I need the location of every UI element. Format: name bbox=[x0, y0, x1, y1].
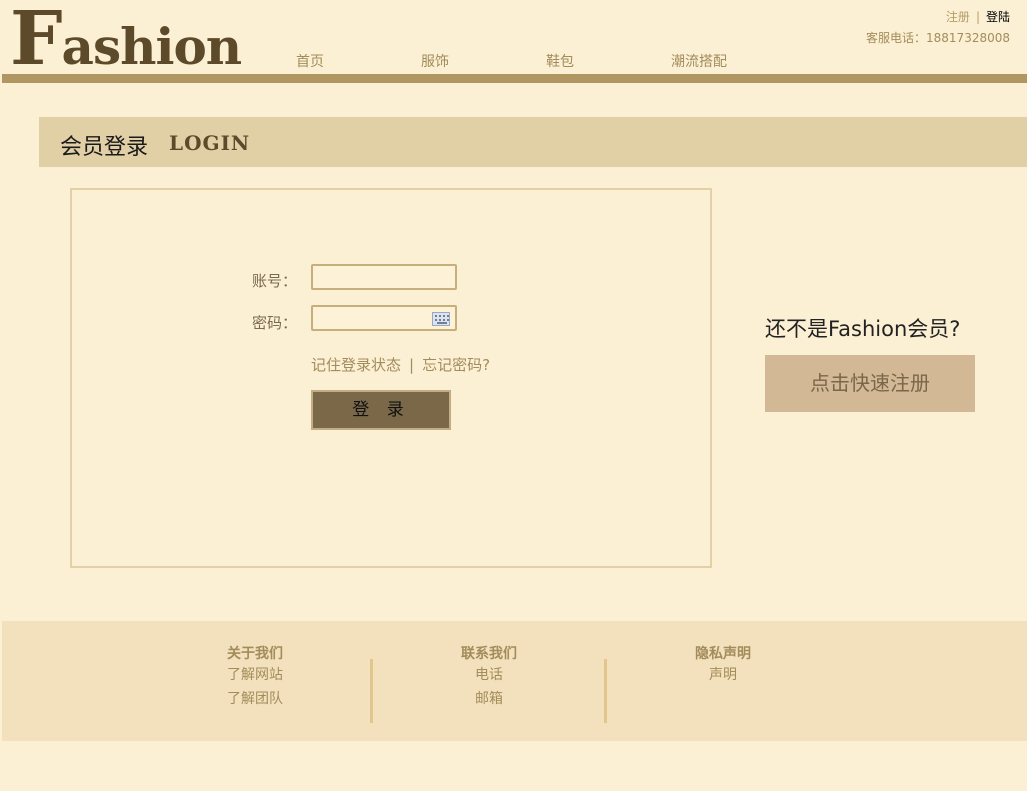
footer-link-email[interactable]: 邮箱 bbox=[414, 687, 564, 711]
footer-heading-contact: 联系我们 bbox=[461, 646, 517, 662]
login-options: 记住登录状态 | 忘记密码? bbox=[311, 354, 490, 375]
login-page: Fashion 首页 服饰 鞋包 潮流搭配 注册 | 登陆 客服电话：1881732… bbox=[0, 0, 1027, 791]
login-link[interactable]: 登陆 bbox=[986, 10, 1010, 24]
main-nav: 首页 服饰 鞋包 潮流搭配 bbox=[0, 51, 1027, 73]
account-input[interactable] bbox=[311, 264, 457, 290]
quick-register-button[interactable]: 点击快速注册 bbox=[765, 355, 975, 412]
footer-divider bbox=[604, 659, 607, 723]
footer-link-phone[interactable]: 电话 bbox=[414, 663, 564, 687]
remember-login-link[interactable]: 记住登录状态 bbox=[311, 356, 401, 374]
nav-item-home[interactable]: 首页 bbox=[296, 51, 324, 71]
footer-link-about-site[interactable]: 了解网站 bbox=[180, 663, 330, 687]
top-links: 注册 | 登陆 bbox=[946, 8, 1010, 25]
page-title-en: LOGIN bbox=[169, 131, 251, 155]
register-link[interactable]: 注册 bbox=[946, 10, 970, 24]
footer-heading-privacy: 隐私声明 bbox=[695, 646, 751, 662]
top-links-separator: | bbox=[975, 10, 980, 24]
page-title: 会员登录 bbox=[60, 135, 149, 160]
footer-column-about: 关于我们 了解网站 了解团队 bbox=[180, 645, 330, 711]
footer-column-privacy: 隐私声明 声明 bbox=[648, 645, 798, 687]
nav-item-apparel[interactable]: 服饰 bbox=[421, 51, 449, 71]
footer-heading-about: 关于我们 bbox=[227, 646, 283, 662]
nav-item-trend-styling[interactable]: 潮流搭配 bbox=[671, 51, 727, 71]
header-divider-bar bbox=[2, 74, 1027, 83]
footer-column-contact: 联系我们 电话 邮箱 bbox=[414, 645, 564, 711]
forgot-password-link[interactable]: 忘记密码? bbox=[422, 356, 490, 374]
section-title-bar: 会员登录 LOGIN bbox=[39, 117, 1027, 167]
password-label: 密码： bbox=[252, 314, 298, 332]
login-button[interactable]: 登 录 bbox=[311, 390, 451, 430]
account-label: 账号： bbox=[252, 272, 298, 290]
nav-item-shoes-bags[interactable]: 鞋包 bbox=[546, 51, 574, 71]
login-options-separator: | bbox=[409, 356, 415, 374]
keyboard-icon[interactable] bbox=[432, 312, 450, 326]
not-member-prompt: 还不是Fashion会员? bbox=[765, 317, 961, 341]
footer-link-about-team[interactable]: 了解团队 bbox=[180, 687, 330, 711]
footer-link-statement[interactable]: 声明 bbox=[648, 663, 798, 687]
login-form-panel: 账号： 密码： 记住登录状态 | 忘记密码? 登 录 bbox=[70, 188, 712, 568]
footer: 关于我们 了解网站 了解团队 联系我们 电话 邮箱 隐私声明 声明 bbox=[2, 621, 1027, 741]
customer-service-hotline: 客服电话：18817328008 bbox=[866, 31, 1010, 45]
footer-divider bbox=[370, 659, 373, 723]
